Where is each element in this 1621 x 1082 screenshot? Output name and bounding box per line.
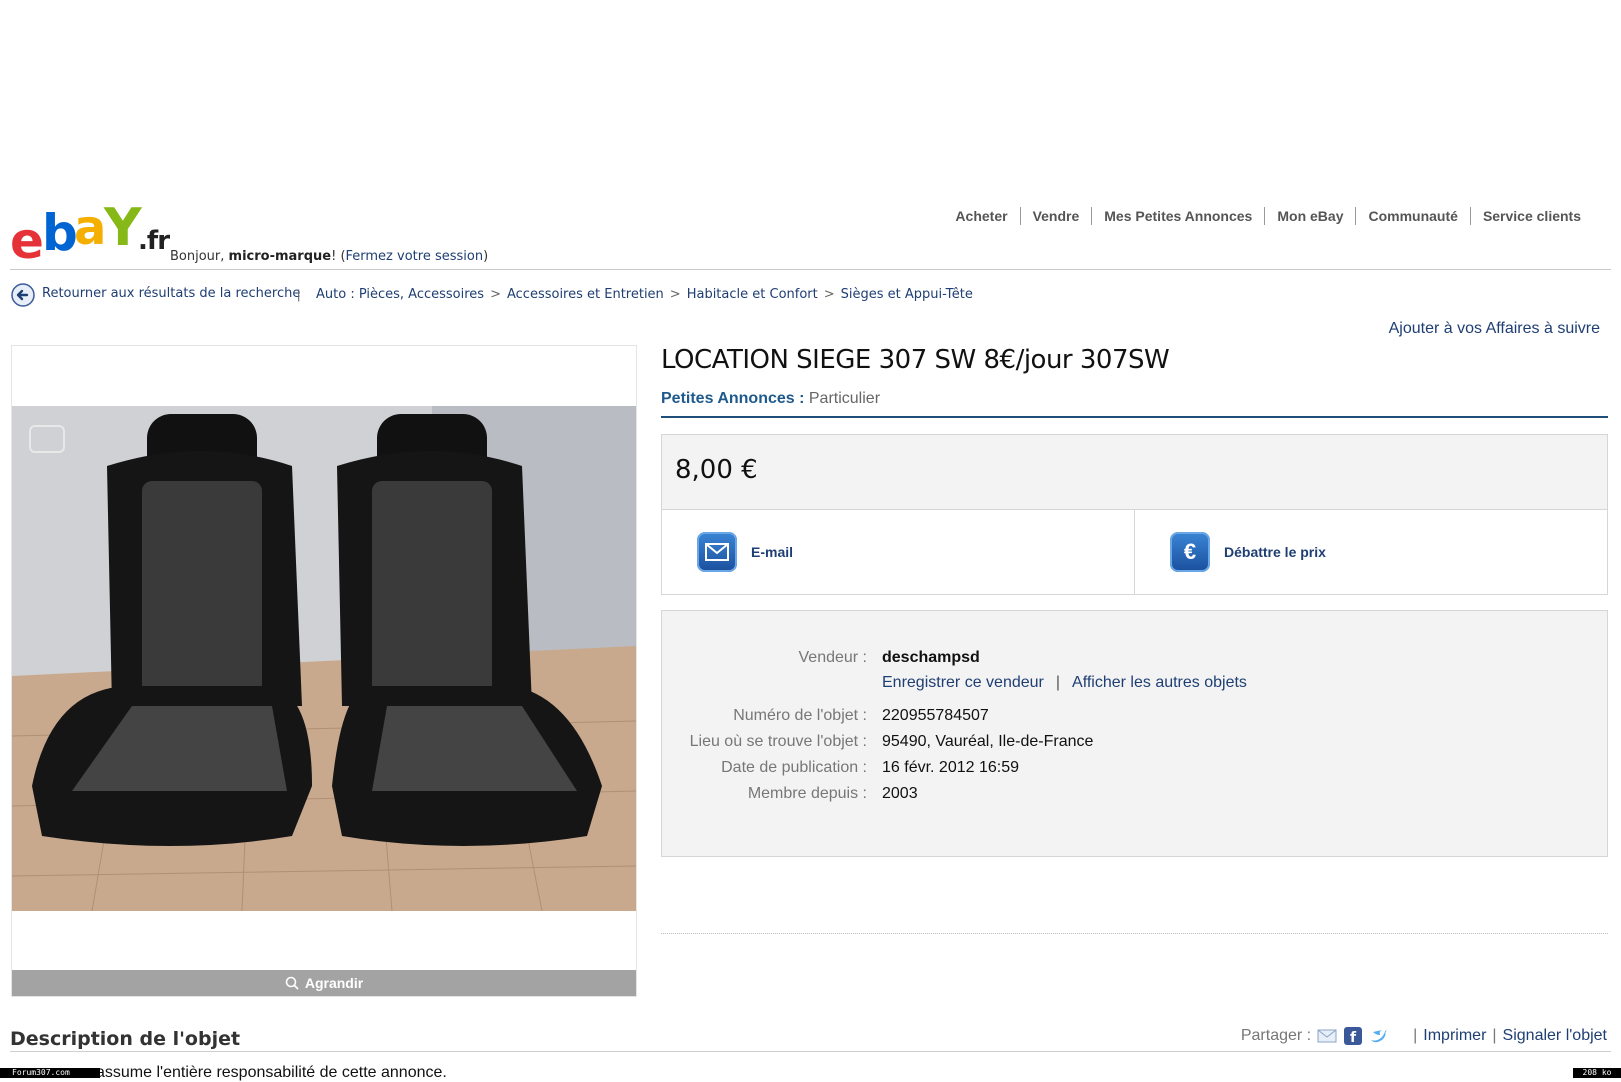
share-bar: Partager : f | Imprimer | Signaler l'obj…	[1241, 1027, 1607, 1045]
title-divider	[661, 416, 1608, 418]
share-separator: |	[1492, 1027, 1497, 1044]
share-email-icon[interactable]	[1317, 1027, 1337, 1045]
published-label: Date de publication :	[721, 759, 867, 776]
nav-vendre[interactable]: Vendre	[1019, 207, 1092, 225]
vendor-label: Vendeur :	[798, 649, 868, 666]
price-box: 8,00 € E-mail € Débattre le prix	[661, 434, 1608, 595]
nav-mes-petites-annonces[interactable]: Mes Petites Annonces	[1091, 207, 1264, 225]
dotted-divider	[661, 933, 1608, 934]
item-photo[interactable]	[12, 406, 636, 911]
member-label: Membre depuis :	[747, 785, 867, 802]
share-label: Partager :	[1240, 1027, 1312, 1044]
image-panel: Agrandir	[11, 345, 637, 997]
greeting-end: )	[483, 249, 489, 264]
seller-links-separator: |	[1055, 674, 1061, 691]
print-link[interactable]: Imprimer	[1423, 1027, 1486, 1045]
published-date: 16 févr. 2012 16:59	[882, 759, 1019, 776]
report-item-link[interactable]: Signaler l'objet	[1503, 1027, 1607, 1045]
breadcrumb-chevron: >	[823, 287, 835, 302]
location: 95490, Vauréal, Ile-de-France	[882, 733, 1094, 750]
price-row	[662, 435, 1607, 510]
description-text: assume l'entière responsabilité de cette…	[96, 1064, 447, 1081]
breadcrumb-habitacle[interactable]: Habitacle et Confort	[687, 287, 818, 302]
listing-category: Petites Annonces : Particulier	[661, 390, 880, 408]
listing-title: LOCATION SIEGE 307 SW 8€/jour 307SW	[661, 345, 1170, 375]
breadcrumb-accessoires[interactable]: Accessoires et Entretien	[507, 287, 664, 302]
facebook-icon[interactable]: f	[1343, 1027, 1363, 1045]
back-arrow-icon[interactable]	[11, 283, 35, 307]
share-separator: |	[1413, 1027, 1418, 1044]
euro-icon: €	[1170, 532, 1210, 572]
member-since: 2003	[882, 785, 918, 802]
description-divider	[10, 1051, 1611, 1052]
nav-mon-ebay[interactable]: Mon eBay	[1264, 207, 1355, 225]
watermark-right: 208 ko	[1573, 1068, 1621, 1078]
top-navigation: Acheter Vendre Mes Petites Annonces Mon …	[943, 207, 1593, 225]
envelope-icon	[697, 532, 737, 572]
svg-text:f: f	[1350, 1030, 1357, 1045]
username: micro-marque	[228, 249, 332, 264]
breadcrumb-chevron: >	[490, 287, 501, 302]
breadcrumb-chevron: >	[669, 287, 681, 302]
greeting-suffix: ! (	[331, 249, 346, 264]
breadcrumb: Auto : Pièces, Accessoires > Accessoires…	[316, 287, 973, 302]
enlarge-label: Agrandir	[304, 975, 364, 991]
other-items-link[interactable]: Afficher les autres objets	[1072, 674, 1247, 692]
back-to-results-link[interactable]: Retourner aux résultats de la recherche	[42, 286, 300, 301]
vendor-name[interactable]: deschampsd	[882, 649, 980, 667]
enlarge-button[interactable]: Agrandir	[12, 970, 636, 996]
email-seller-button[interactable]: E-mail	[662, 510, 1134, 594]
seller-info-box: Vendeur : deschampsd Enregistrer ce vend…	[661, 610, 1608, 857]
nav-acheter[interactable]: Acheter	[943, 207, 1019, 225]
make-offer-button[interactable]: € Débattre le prix	[1134, 510, 1607, 594]
add-to-watchlist-link[interactable]: Ajouter à vos Affaires à suivre	[1389, 320, 1600, 338]
description-title: Description de l'objet	[10, 1028, 241, 1050]
twitter-icon[interactable]	[1369, 1027, 1389, 1045]
email-label: E-mail	[751, 544, 794, 560]
signout-link[interactable]: Fermez votre session	[346, 249, 484, 264]
offer-label: Débattre le prix	[1224, 544, 1326, 560]
nav-communaute[interactable]: Communauté	[1355, 207, 1469, 225]
breadcrumb-auto[interactable]: Auto : Pièces, Accessoires	[316, 287, 484, 302]
magnifier-icon	[285, 976, 299, 990]
ebay-logo[interactable]: e b a Y .fr	[10, 198, 170, 270]
header-divider	[10, 269, 1611, 270]
greeting-prefix: Bonjour,	[170, 249, 229, 264]
item-number-label: Numéro de l'objet :	[733, 707, 867, 724]
seller-links: Enregistrer ce vendeur | Afficher les au…	[882, 674, 1247, 692]
category-label: Petites Annonces :	[661, 390, 805, 407]
greeting: Bonjour, micro-marque! (Fermez votre ses…	[170, 249, 488, 264]
nav-service-clients[interactable]: Service clients	[1469, 207, 1593, 225]
category-value: Particulier	[804, 390, 881, 407]
price: 8,00 €	[675, 455, 758, 485]
item-number: 220955784507	[882, 707, 989, 724]
breadcrumb-sieges[interactable]: Sièges et Appui-Tête	[841, 287, 973, 302]
save-seller-link[interactable]: Enregistrer ce vendeur	[882, 674, 1044, 692]
breadcrumb-separator: |	[297, 287, 301, 302]
location-label: Lieu où se trouve l'objet :	[689, 733, 867, 750]
watermark-left: Forum307.com	[0, 1068, 100, 1078]
